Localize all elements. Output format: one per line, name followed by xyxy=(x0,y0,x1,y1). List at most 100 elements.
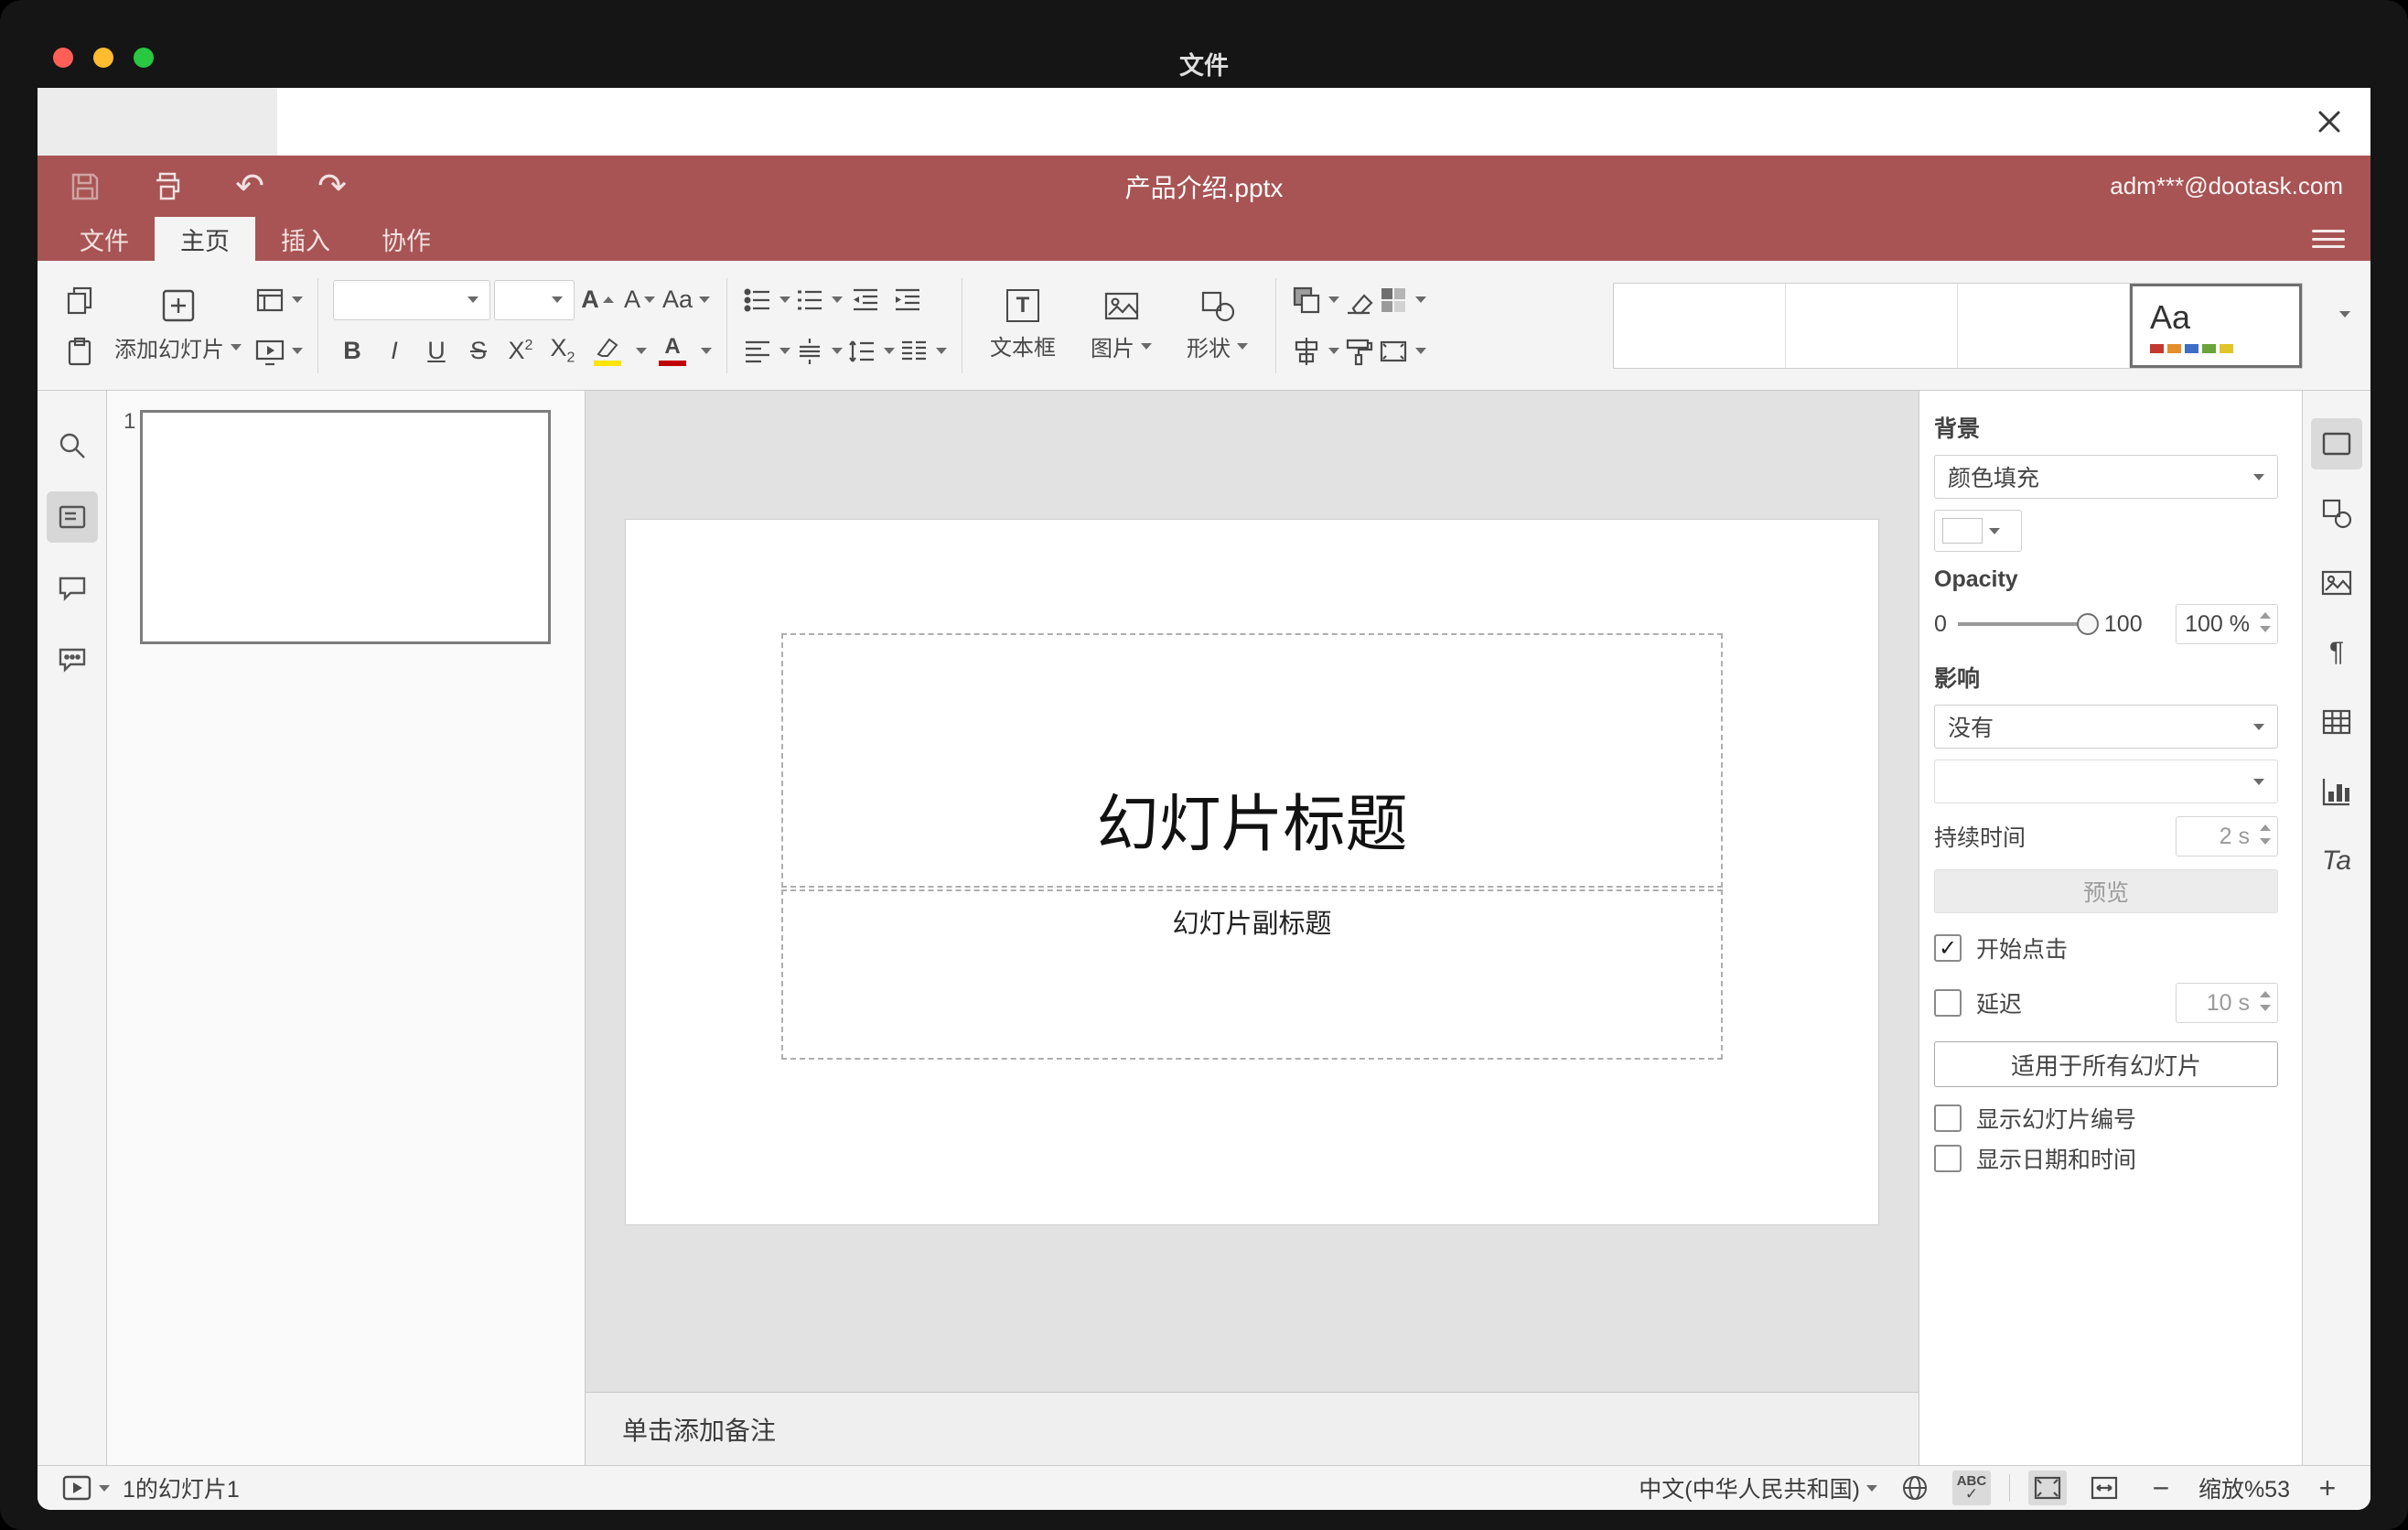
clear-style-button[interactable] xyxy=(1339,279,1378,321)
font-name-combo[interactable] xyxy=(333,279,490,320)
spinner-up-icon[interactable] xyxy=(2260,612,2271,619)
tab-insert[interactable]: 插入 xyxy=(255,217,356,261)
background-fill-select[interactable]: 颜色填充 xyxy=(1934,455,2278,499)
sidebar-item-slides[interactable] xyxy=(46,491,98,543)
delay-spinner[interactable]: 10 s xyxy=(2176,983,2278,1023)
panel-tab-paragraph-settings[interactable]: ¶ xyxy=(2311,627,2362,678)
spinner-down-icon[interactable] xyxy=(2260,626,2271,632)
paste-icon[interactable] xyxy=(58,330,102,372)
close-icon[interactable] xyxy=(2312,104,2347,139)
notes-area[interactable]: 单击添加备注 xyxy=(586,1392,1919,1465)
spinner-down-icon[interactable] xyxy=(2260,838,2271,845)
show-slide-number-checkbox[interactable] xyxy=(1934,1104,1962,1132)
columns-button[interactable] xyxy=(898,330,947,372)
panel-tab-table-settings[interactable] xyxy=(2311,696,2362,748)
slide-1[interactable]: 幻灯片标题 幻灯片副标题 xyxy=(626,520,1878,1224)
numbered-list-button[interactable] xyxy=(794,279,843,321)
decrease-indent-button[interactable] xyxy=(846,279,885,321)
insert-image-button[interactable]: 图片 xyxy=(1078,288,1165,362)
panel-tab-chart-settings[interactable] xyxy=(2311,766,2362,817)
save-icon[interactable] xyxy=(65,167,105,207)
fit-to-slide-button[interactable] xyxy=(2027,1471,2067,1505)
panel-tab-image-settings[interactable] xyxy=(2311,557,2362,609)
chevron-down-icon xyxy=(884,348,895,354)
vertical-align-button[interactable] xyxy=(794,330,843,372)
theme-thumbnail[interactable] xyxy=(1958,283,2130,368)
superscript-button[interactable]: X2 xyxy=(501,330,540,372)
decrease-font-size-button[interactable]: A xyxy=(620,279,659,321)
arrange-shape-button[interactable] xyxy=(1291,279,1339,321)
highlight-color-button[interactable] xyxy=(586,330,647,372)
slide-size-button[interactable] xyxy=(1378,330,1426,372)
copy-icon[interactable] xyxy=(58,279,102,321)
sidebar-item-comments[interactable] xyxy=(47,563,98,614)
slide-layout-button[interactable] xyxy=(254,279,303,321)
bold-button[interactable]: B xyxy=(333,330,371,372)
add-slide-button[interactable]: 添加幻灯片 xyxy=(102,287,254,363)
italic-button[interactable]: I xyxy=(375,330,414,372)
spellcheck-button[interactable]: ABC ✓ xyxy=(1951,1471,1991,1505)
slider-knob[interactable] xyxy=(2076,613,2099,635)
print-icon[interactable] xyxy=(147,167,188,207)
subtitle-placeholder[interactable]: 幻灯片副标题 xyxy=(781,889,1723,1060)
start-slideshow-button[interactable] xyxy=(254,330,303,372)
editor-canvas[interactable]: 幻灯片标题 幻灯片副标题 xyxy=(586,391,1919,1392)
start-on-click-checkbox[interactable]: ✓ xyxy=(1934,934,1962,962)
underline-button[interactable]: U xyxy=(417,330,456,372)
duration-spinner[interactable]: 2 s xyxy=(2176,816,2278,857)
panel-tab-shape-settings[interactable] xyxy=(2311,488,2362,539)
show-date-time-checkbox[interactable] xyxy=(1934,1145,1962,1172)
fit-to-width-button[interactable] xyxy=(2085,1471,2123,1505)
theme-thumbnail[interactable] xyxy=(1786,283,1958,368)
insert-textbox-button[interactable]: T 文本框 xyxy=(977,289,1069,361)
apply-to-all-slides-button[interactable]: 适用于所有幻灯片 xyxy=(1934,1041,2278,1087)
redo-icon[interactable]: ↷ xyxy=(312,167,352,207)
slide-thumbnail-1[interactable] xyxy=(140,410,551,644)
change-case-button[interactable]: Aa xyxy=(662,279,711,321)
opacity-slider[interactable] xyxy=(1957,613,2099,635)
increase-indent-button[interactable] xyxy=(888,279,927,321)
zoom-out-button[interactable]: − xyxy=(2142,1471,2180,1505)
opacity-spinner[interactable]: 100 % xyxy=(2176,604,2278,644)
language-select[interactable]: 中文(中华人民共和国) xyxy=(1639,1471,1877,1504)
effect-select[interactable]: 没有 xyxy=(1934,705,2278,749)
line-spacing-button[interactable] xyxy=(846,330,895,372)
tab-collaboration[interactable]: 协作 xyxy=(356,217,457,261)
spinner-down-icon[interactable] xyxy=(2260,1005,2271,1011)
tab-file[interactable]: 文件 xyxy=(54,217,155,261)
spinner-up-icon[interactable] xyxy=(2260,824,2271,831)
zoom-in-button[interactable]: + xyxy=(2308,1471,2347,1505)
increase-font-size-button[interactable]: A xyxy=(578,279,617,321)
delay-checkbox[interactable] xyxy=(1934,989,1962,1017)
insert-shape-button[interactable]: 形状 xyxy=(1174,288,1261,362)
fill-color-select[interactable] xyxy=(1934,510,2022,552)
panel-tab-textart-settings[interactable]: Ta xyxy=(2311,835,2362,887)
horizontal-align-button[interactable] xyxy=(742,330,790,372)
spinner-up-icon[interactable] xyxy=(2260,991,2271,997)
theme-thumbnail[interactable] xyxy=(1614,283,1786,368)
bullet-list-button[interactable] xyxy=(742,279,790,321)
opacity-min: 0 xyxy=(1934,610,1947,637)
menu-icon[interactable] xyxy=(2312,226,2345,252)
theme-gallery-expand-button[interactable] xyxy=(2339,310,2350,334)
panel-tab-slide-settings[interactable] xyxy=(2311,418,2362,469)
sidebar-item-search[interactable] xyxy=(47,420,98,471)
font-color-button[interactable]: A xyxy=(650,330,712,372)
title-placeholder[interactable]: 幻灯片标题 xyxy=(781,633,1723,888)
theme-thumbnail-selected[interactable]: Aa xyxy=(2130,283,2302,368)
effect-variant-select[interactable] xyxy=(1934,760,2278,803)
align-shape-button[interactable] xyxy=(1291,330,1339,372)
preview-button[interactable]: 预览 xyxy=(1934,869,2278,913)
copy-style-button[interactable] xyxy=(1339,330,1378,372)
subscript-button[interactable]: X2 xyxy=(543,330,582,372)
start-slideshow-status-button[interactable] xyxy=(61,1471,110,1505)
undo-icon[interactable]: ↶ xyxy=(230,167,270,207)
tab-home[interactable]: 主页 xyxy=(155,217,255,261)
sidebar-item-chat[interactable] xyxy=(47,634,98,685)
document-language-button[interactable] xyxy=(1896,1471,1934,1505)
font-size-combo[interactable] xyxy=(494,279,575,320)
check-icon: ✓ xyxy=(1938,935,1958,961)
color-scheme-button[interactable] xyxy=(1378,279,1426,321)
chevron-down-icon xyxy=(832,296,843,303)
strikethrough-button[interactable]: S xyxy=(459,330,498,372)
